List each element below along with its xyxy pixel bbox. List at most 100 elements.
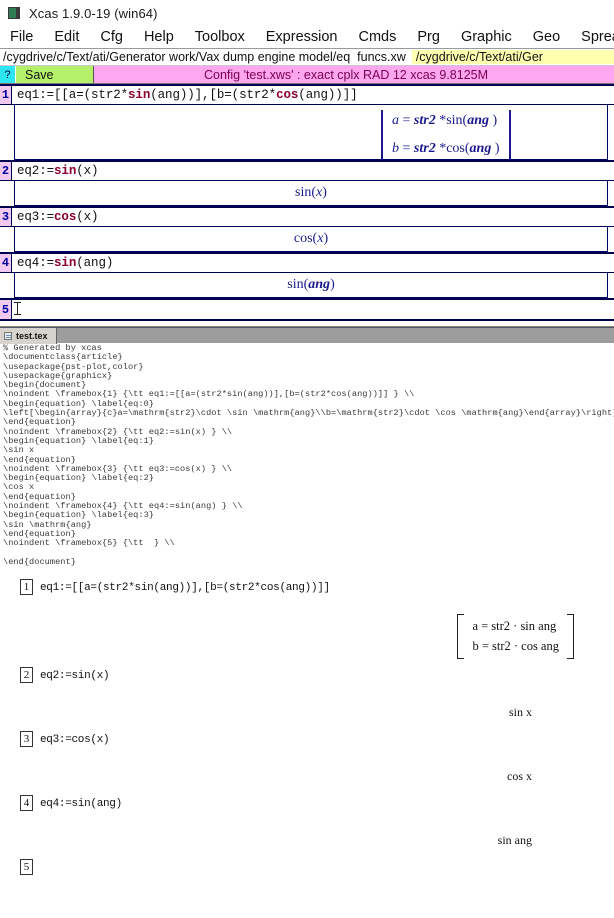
matrix-var: str2 [413,113,436,128]
matrix-close: ) [489,113,498,128]
cell-output-1: a = str2 *sin(ang ) b = str2 *cos(ang ) [14,105,608,160]
help-button[interactable]: ? [0,66,16,83]
preview-matrix-row: a = str2 · sin ang [472,618,557,633]
code-part: eq2:= [17,164,55,178]
out-fn: sin( [295,185,317,200]
text-cursor [14,302,21,315]
worksheet-cell-1: 1 eq1:=[[a=(str2*sin(ang))],[b=(str2*cos… [0,84,614,160]
cell-code-5[interactable] [12,300,614,319]
menu-graphic[interactable]: Graphic [461,29,512,45]
code-part: eq1:=[[a=(str2* [17,88,129,102]
preview-equation-4: sin ang [497,832,532,847]
worksheet-cell-2: 2 eq2:=sin(x) sin(x) [0,160,614,206]
tab-label: test.tex [16,330,48,341]
cell-code-4[interactable]: eq4:=sin(ang) [12,254,614,272]
menu-expression[interactable]: Expression [266,29,338,45]
matrix-arg: ang [469,141,492,156]
cell-number-1[interactable]: 1 [0,86,12,104]
preview-entry-1: 1 eq1:=[[a=(str2*sin(ang))],[b=(str2*cos… [0,579,614,605]
cell-number-5[interactable]: 5 [0,300,12,319]
matrix-lhs: a [392,113,399,128]
code-keyword: sin [54,256,77,270]
code-part: (x) [76,164,99,178]
cell-input-row-5[interactable]: 5 [0,298,614,321]
preview-code-3: eq3:=cos(x) [40,734,110,747]
matrix-eq: = [399,113,414,128]
output-expression-3: cos(x) [15,227,607,251]
code-part: eq4:= [17,256,55,270]
code-part: (ang))],[b=(str2* [150,88,277,102]
path-directory: /cygdrive/c/Text/ati/Generator work/Vax … [3,50,351,64]
preview-equation-3: cos x [507,768,532,783]
code-part: (x) [76,210,99,224]
menu-cfg[interactable]: Cfg [100,29,123,45]
preview-entry-3: 3 eq3:=cos(x) [0,731,614,757]
save-button[interactable]: Save [16,66,94,83]
tex-tabbar: test.tex [0,327,614,344]
code-keyword: sin [128,88,151,102]
matrix-bracket-right [508,110,511,160]
cell-number-2[interactable]: 2 [0,162,12,180]
out-close: ) [322,185,327,200]
preview-number-1: 1 [20,579,33,596]
matrix-rows: a = str2 *sin(ang ) b = str2 *cos(ang ) [383,110,509,160]
tex-source-view[interactable]: % Generated by xcas \documentclass{artic… [0,343,614,570]
cell-input-row-1[interactable]: 1 eq1:=[[a=(str2*sin(ang))],[b=(str2*cos… [0,84,614,105]
window-title: Xcas 1.9.0-19 (win64) [29,5,158,21]
menu-file[interactable]: File [10,29,33,45]
code-part: (ang))]] [298,88,358,102]
matrix-eq: = [399,141,414,156]
code-keyword: cos [276,88,299,102]
menu-help[interactable]: Help [144,29,174,45]
out-close: ) [323,231,329,246]
cell-number-4[interactable]: 4 [0,254,12,272]
preview-matrix-rows: a = str2 · sin ang b = str2 · cos ang [464,614,567,659]
menu-cmds[interactable]: Cmds [359,29,397,45]
document-icon [4,331,12,340]
preview-bracket-right [567,613,574,659]
cell-input-row-3[interactable]: 3 eq3:=cos(x) [0,206,614,227]
cell-input-row-4[interactable]: 4 eq4:=sin(ang) [0,252,614,273]
preview-entry-5: 5 [0,859,614,885]
preview-bracket-left [457,613,465,659]
cell-code-2[interactable]: eq2:=sin(x) [12,162,614,180]
path-filename: funcs.xw [357,50,406,64]
menu-spreadsheet[interactable]: Spreadsheet [581,29,614,45]
matrix-fn: cos( [446,141,470,156]
cell-output-3: cos(x) [14,227,608,252]
preview-matrix-inner: a = str2 · sin ang b = str2 · cos ang [457,613,574,659]
code-part: eq3:= [17,210,55,224]
matrix-arg: ang [467,113,489,128]
menu-edit[interactable]: Edit [54,29,79,45]
matrix-lhs: b [392,141,399,156]
cell-code-3[interactable]: eq3:=cos(x) [12,208,614,226]
cell-output-4: sin(ang ) [14,273,608,298]
path-bar: /cygdrive/c/Text/ati/Generator work/Vax … [0,49,614,66]
preview-code-4: eq4:=sin(ang) [40,798,122,811]
cell-output-2: sin(x) [14,181,608,206]
cell-input-row-2[interactable]: 2 eq2:=sin(x) [0,160,614,181]
out-close: ) [330,277,335,292]
status-toolbar: ? Save Config 'test.xws' : exact cplx RA… [0,66,614,84]
window-titlebar: Xcas 1.9.0-19 (win64) [0,0,614,26]
worksheet-cell-5: 5 [0,298,614,321]
code-part: (ang) [76,256,114,270]
menu-geo[interactable]: Geo [533,29,560,45]
config-status-bar: Config 'test.xws' : exact cplx RAD 12 xc… [94,66,614,83]
output-expression-4: sin(ang ) [15,273,607,297]
latex-preview: 1 eq1:=[[a=(str2*sin(ang))],[b=(str2*cos… [0,569,614,886]
preview-number-2: 2 [20,667,33,684]
cell-number-3[interactable]: 3 [0,208,12,226]
worksheet-cell-4: 4 eq4:=sin(ang) sin(ang ) [0,252,614,298]
matrix-op: * [435,141,447,156]
tab-test-tex[interactable]: test.tex [0,327,57,344]
preview-number-5: 5 [20,859,33,876]
preview-entry-2: 2 eq2:=sin(x) [0,667,614,693]
menu-prg[interactable]: Prg [417,29,440,45]
preview-number-3: 3 [20,731,33,748]
path-highlighted: /cygdrive/c/Text/ati/Ger [411,50,614,64]
matrix-close: ) [491,141,500,156]
preview-code-2: eq2:=sin(x) [40,670,110,683]
cell-code-1[interactable]: eq1:=[[a=(str2*sin(ang))],[b=(str2*cos(a… [12,86,614,104]
menu-toolbox[interactable]: Toolbox [195,29,245,45]
